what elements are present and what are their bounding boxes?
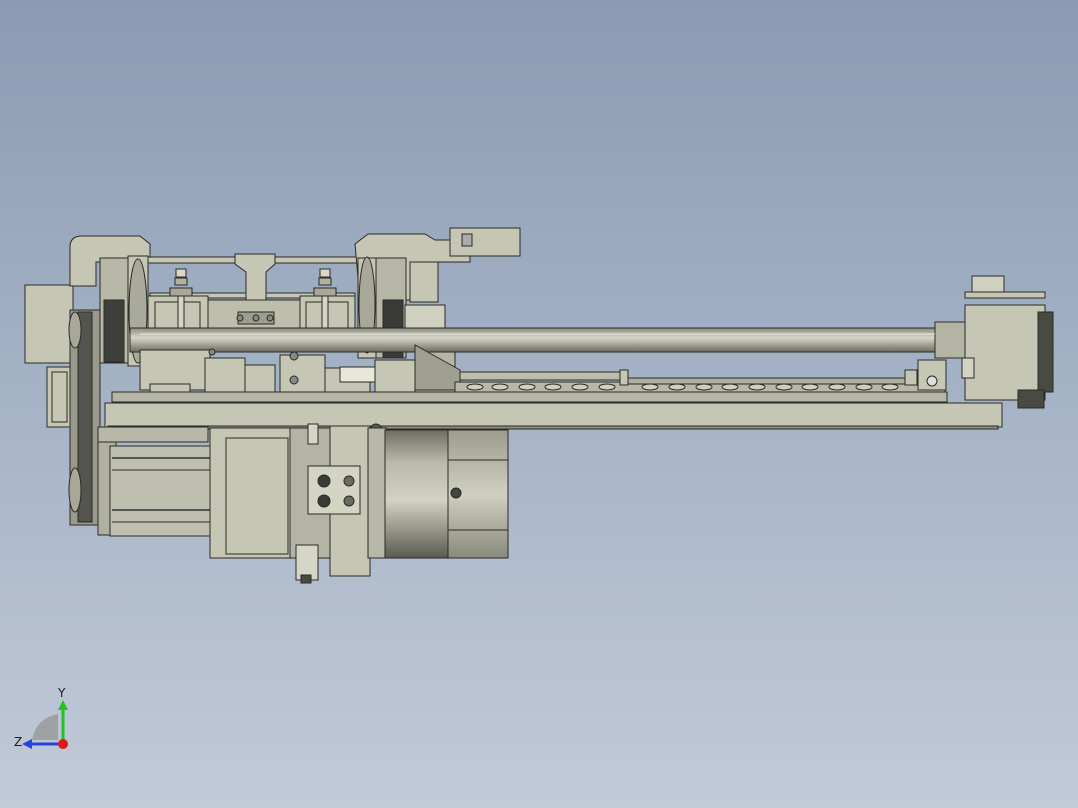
stepper-motor [367,427,509,559]
triad-plane-icon [32,714,58,740]
base-plate [104,391,1003,430]
slide-rollers [466,383,899,391]
assembly-model[interactable] [0,0,1078,808]
y-axis-label: Y [57,686,66,700]
right-end-block [961,275,1054,409]
x-axis-dot-icon [58,739,68,749]
z-axis-arrowhead-icon [22,739,32,749]
gear-motor [97,423,333,584]
y-axis-arrowhead-icon [58,700,68,710]
axis-triad: Y Z [14,686,68,749]
cad-viewport[interactable]: Y Z [0,0,1078,808]
z-axis-label: Z [14,735,22,749]
